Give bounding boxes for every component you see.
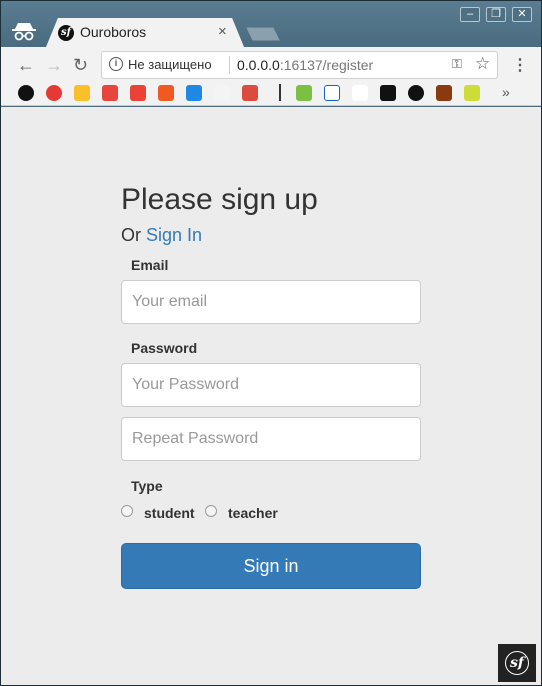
email-field[interactable]: [121, 280, 421, 324]
bookmark-15-icon[interactable]: [436, 85, 452, 101]
minimize-button[interactable]: –: [460, 7, 480, 22]
kebab-menu-icon[interactable]: ⋮: [512, 55, 528, 75]
bookmark-1-icon[interactable]: [18, 85, 34, 101]
password-field[interactable]: [121, 363, 421, 407]
tab-title: Ouroboros: [80, 24, 147, 40]
page-title: Please sign up: [121, 183, 318, 216]
security-status[interactable]: Не защищено: [128, 57, 212, 72]
bookmark-7-icon[interactable]: [186, 85, 202, 101]
signin-prefix: Or: [121, 225, 141, 245]
bookmark-13-icon[interactable]: [380, 85, 396, 101]
sign-in-button[interactable]: Sign in: [121, 543, 421, 589]
symfony-toolbar-toggle[interactable]: sf: [498, 644, 536, 682]
bookmark-5-icon[interactable]: [130, 85, 146, 101]
student-radio-label[interactable]: student: [144, 505, 195, 521]
bookmark-star-icon[interactable]: ☆: [475, 54, 490, 74]
bookmark-12-icon[interactable]: [352, 85, 368, 101]
incognito-icon: [12, 23, 36, 41]
maximize-button[interactable]: ❐: [486, 7, 506, 22]
url-text[interactable]: 0.0.0.0:16137/register: [237, 57, 373, 73]
signin-link[interactable]: Sign In: [146, 225, 202, 245]
teacher-radio-label[interactable]: teacher: [228, 505, 278, 521]
symfony-logo-icon: sf: [505, 651, 529, 675]
forward-arrow-icon[interactable]: →: [45, 55, 63, 76]
info-icon[interactable]: i: [109, 57, 123, 71]
bookmark-4-icon[interactable]: [102, 85, 118, 101]
bookmark-separator: [279, 84, 281, 101]
bookmark-10-icon[interactable]: [296, 85, 312, 101]
signin-prompt: Or Sign In: [121, 225, 202, 246]
symfony-favicon-icon: sf: [58, 25, 74, 41]
bookmark-16-icon[interactable]: [464, 85, 480, 101]
bookmark-6-icon[interactable]: [158, 85, 174, 101]
type-label: Type: [131, 478, 163, 494]
close-window-button[interactable]: ✕: [512, 7, 532, 22]
tab-close-icon[interactable]: ×: [218, 23, 227, 40]
bookmark-8-icon[interactable]: [214, 85, 230, 101]
back-arrow-icon[interactable]: ←: [17, 55, 35, 76]
email-label: Email: [131, 257, 169, 273]
bookmarks-more-icon[interactable]: »: [502, 84, 510, 100]
bookmark-2-icon[interactable]: [46, 85, 62, 101]
student-radio[interactable]: [121, 505, 133, 517]
bookmark-14-icon[interactable]: [408, 85, 424, 101]
repeat-password-field[interactable]: [121, 417, 421, 461]
bookmark-3-icon[interactable]: [74, 85, 90, 101]
url-divider: [229, 56, 230, 74]
password-label: Password: [131, 340, 198, 356]
bookmark-11-icon[interactable]: [324, 85, 340, 101]
key-icon[interactable]: ⚿: [452, 56, 462, 72]
reload-icon[interactable]: ↻: [73, 55, 88, 76]
bookmark-9-icon[interactable]: [242, 85, 258, 101]
teacher-radio[interactable]: [205, 505, 217, 517]
